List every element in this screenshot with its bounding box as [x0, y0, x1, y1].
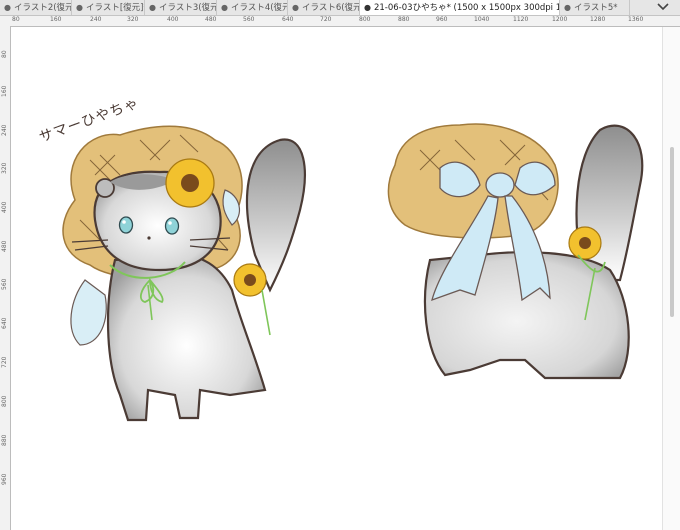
document-tab-bar: ● イラスト2(復元 ● イラスト[復元]* ● イラスト3(復元 ● イラスト4(復元…	[0, 0, 680, 16]
tab-dot-icon: ●	[364, 3, 371, 12]
tab-dot-icon: ●	[564, 3, 571, 12]
ruler-label: 560	[1, 278, 8, 290]
ruler-label: 960	[1, 473, 8, 485]
tab-label: イラスト5*	[573, 3, 618, 13]
ruler-label: 480	[205, 16, 217, 23]
left-character	[62, 125, 306, 422]
ruler-label: 560	[243, 16, 255, 23]
ruler-label: 1360	[628, 16, 644, 23]
ruler-label: 880	[398, 16, 410, 23]
tab-dot-icon: ●	[149, 3, 156, 12]
vertical-scrollbar[interactable]	[662, 27, 680, 530]
ruler-label: 80	[12, 16, 20, 23]
ruler-label: 320	[127, 16, 139, 23]
tab-dot-icon: ●	[292, 3, 299, 12]
drawing-canvas[interactable]: サマーひやちゃ	[11, 27, 663, 530]
tab-label: イラスト6(復元	[301, 3, 360, 13]
ruler-label: 1200	[552, 16, 568, 23]
ruler-label: 1040	[474, 16, 490, 23]
tab-label: イラスト4(復元	[230, 3, 288, 13]
tab-illust5[interactable]: ● イラスト5*	[560, 0, 630, 15]
tab-illust6[interactable]: ● イラスト6(復元	[288, 0, 360, 15]
ruler-label: 720	[320, 16, 332, 23]
tab-label: イラスト3(復元	[158, 3, 217, 13]
right-character	[387, 123, 644, 380]
tab-hiyacha-active[interactable]: ●21-06-03ひやちゃ* (1500 x 1500px 300dpi 138…	[360, 0, 560, 15]
tab-label: 21-06-03ひやちゃ* (1500 x 1500px 300dpi 138.…	[373, 3, 559, 13]
ruler-label: 240	[90, 16, 102, 23]
tab-label: イラスト2(復元	[13, 3, 72, 13]
ruler-label: 160	[50, 16, 62, 23]
tab-dot-icon: ●	[221, 3, 228, 12]
tab-label: イラスト[復元]*	[85, 3, 145, 13]
ruler-label: 960	[436, 16, 448, 23]
ruler-label: 640	[282, 16, 294, 23]
scrollbar-thumb[interactable]	[670, 147, 674, 317]
tab-illust-restored[interactable]: ● イラスト[復元]*	[72, 0, 145, 15]
tab-illust2[interactable]: ● イラスト2(復元	[0, 0, 72, 15]
ruler-label: 160	[1, 85, 8, 97]
ruler-label: 400	[1, 201, 8, 213]
ruler-label: 720	[1, 356, 8, 368]
ruler-label: 320	[1, 162, 8, 174]
ruler-label: 1280	[590, 16, 606, 23]
ruler-label: 880	[1, 434, 8, 446]
ruler-label: 1120	[513, 16, 529, 23]
ruler-label: 640	[1, 317, 8, 329]
ruler-label: 800	[359, 16, 371, 23]
tab-illust3[interactable]: ● イラスト3(復元	[145, 0, 217, 15]
chevron-down-icon[interactable]	[656, 1, 670, 13]
horizontal-ruler: 80 160 240 320 400 480 560 640 720 800 8…	[0, 16, 680, 27]
tab-dot-icon: ●	[76, 3, 83, 12]
tab-dot-icon: ●	[4, 3, 11, 12]
ruler-label: 240	[1, 124, 8, 136]
sunflower-head	[165, 158, 215, 208]
ruler-label: 800	[1, 395, 8, 407]
ruler-label: 80	[1, 50, 8, 58]
vertical-ruler: 80 160 240 320 400 480 560 640 720 800 8…	[0, 26, 11, 530]
ruler-label: 400	[167, 16, 179, 23]
tab-illust4[interactable]: ● イラスト4(復元	[217, 0, 288, 15]
ruler-label: 480	[1, 240, 8, 252]
